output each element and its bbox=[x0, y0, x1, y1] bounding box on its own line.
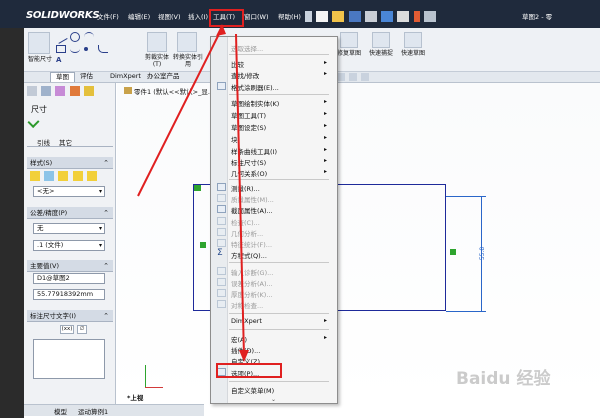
arrow-head-to-options bbox=[239, 350, 249, 362]
annotation-arrows bbox=[137, 24, 249, 362]
arrow-line-to-options bbox=[235, 33, 245, 357]
watermark: Baidu 经验 bbox=[456, 369, 551, 389]
arrow-head-to-tools bbox=[216, 24, 226, 36]
arrow-line-to-tools bbox=[137, 27, 223, 197]
